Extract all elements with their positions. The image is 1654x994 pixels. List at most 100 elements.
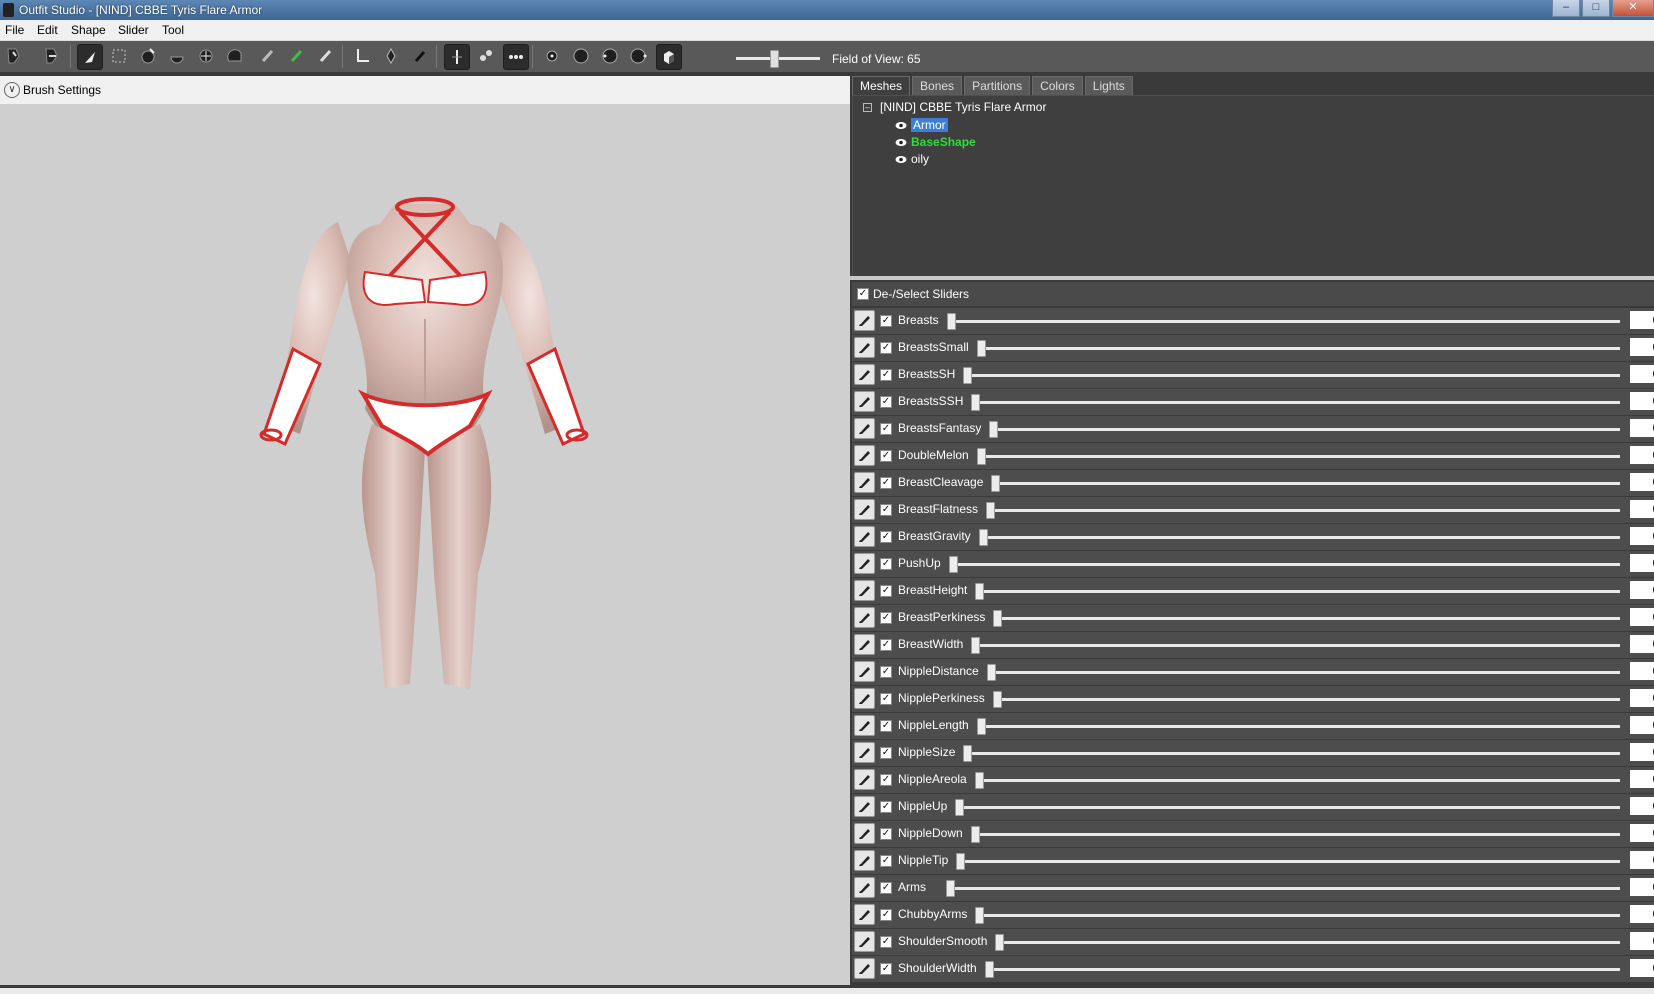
vertex-edit-icon[interactable]	[408, 44, 432, 68]
transform-icon[interactable]	[350, 44, 374, 68]
slider-checkbox[interactable]: ✓	[880, 315, 892, 327]
edit-slider-icon[interactable]	[854, 553, 875, 574]
slider-value-field[interactable]: 0%	[1630, 662, 1654, 680]
slider-thumb[interactable]	[977, 448, 986, 465]
slider-thumb[interactable]	[947, 313, 956, 330]
select-brush-icon[interactable]	[77, 44, 103, 70]
brush-size-small-icon[interactable]	[540, 44, 564, 68]
menu-slider[interactable]: Slider	[118, 23, 149, 37]
edit-slider-icon[interactable]	[854, 958, 875, 979]
slider-checkbox[interactable]: ✓	[880, 342, 892, 354]
edit-slider-icon[interactable]	[854, 499, 875, 520]
slider-value-field[interactable]: 0%	[1630, 905, 1654, 923]
edit-slider-icon[interactable]	[854, 715, 875, 736]
slider-value-field[interactable]: 0%	[1630, 959, 1654, 977]
edit-slider-icon[interactable]	[854, 580, 875, 601]
slider-checkbox[interactable]: ✓	[880, 963, 892, 975]
slider-thumb[interactable]	[949, 556, 958, 573]
slider-value-field[interactable]: 0%	[1630, 446, 1654, 464]
shaded-view-icon[interactable]	[656, 44, 682, 70]
3d-viewport[interactable]	[0, 104, 850, 985]
edit-slider-icon[interactable]	[854, 796, 875, 817]
inflate-brush-icon[interactable]	[136, 44, 160, 68]
mirror-x-icon[interactable]	[444, 44, 470, 70]
edit-slider-icon[interactable]	[854, 445, 875, 466]
edit-slider-icon[interactable]	[854, 904, 875, 925]
select-all-checkbox[interactable]: ✓	[857, 288, 869, 300]
slider-checkbox[interactable]: ✓	[880, 774, 892, 786]
slider-track[interactable]	[997, 617, 1620, 620]
panel-splitter[interactable]	[850, 276, 1654, 280]
slider-checkbox[interactable]: ✓	[880, 828, 892, 840]
tab-meshes[interactable]: Meshes	[852, 76, 911, 95]
slider-value-field[interactable]: 0%	[1630, 554, 1654, 572]
slider-value-field[interactable]: 0%	[1630, 932, 1654, 950]
slider-thumb[interactable]	[977, 340, 986, 357]
slider-value-field[interactable]: 0%	[1630, 878, 1654, 896]
slider-thumb[interactable]	[963, 745, 972, 762]
mask-brush-icon[interactable]	[107, 44, 131, 68]
fov-slider-thumb[interactable]	[770, 50, 779, 68]
eye-icon[interactable]	[895, 121, 907, 130]
load-outfit-icon[interactable]	[40, 44, 64, 68]
slider-track[interactable]	[967, 752, 1620, 755]
slider-value-field[interactable]: 0%	[1630, 797, 1654, 815]
slider-value-field[interactable]: 0%	[1630, 770, 1654, 788]
color-brush-icon[interactable]	[285, 44, 309, 68]
slider-thumb[interactable]	[986, 502, 995, 519]
edit-slider-icon[interactable]	[854, 526, 875, 547]
collapse-icon[interactable]: –	[863, 103, 872, 113]
slider-checkbox[interactable]: ✓	[880, 612, 892, 624]
new-project-icon[interactable]	[2, 44, 26, 68]
slider-track[interactable]	[995, 482, 1620, 485]
slider-track[interactable]	[975, 644, 1620, 647]
slider-track[interactable]	[991, 671, 1620, 674]
slider-value-field[interactable]: 0%	[1630, 311, 1654, 329]
slider-track[interactable]	[979, 590, 1620, 593]
slider-thumb[interactable]	[975, 907, 984, 924]
slider-thumb[interactable]	[995, 934, 1004, 951]
mesh-item-oily[interactable]: oily	[895, 152, 929, 166]
menu-tool[interactable]: Tool	[162, 23, 184, 37]
minimize-button[interactable]: –	[1552, 0, 1580, 17]
slider-checkbox[interactable]: ✓	[880, 747, 892, 759]
slider-track[interactable]	[981, 455, 1620, 458]
edit-slider-icon[interactable]	[854, 310, 875, 331]
slider-value-field[interactable]: 0%	[1630, 635, 1654, 653]
xray-icon[interactable]	[503, 44, 529, 70]
slider-thumb[interactable]	[971, 394, 980, 411]
slider-value-field[interactable]: 0%	[1630, 824, 1654, 842]
tab-partitions[interactable]: Partitions	[964, 76, 1031, 95]
slider-thumb[interactable]	[975, 772, 984, 789]
smooth-brush-icon[interactable]	[223, 44, 247, 68]
pivot-icon[interactable]	[379, 44, 403, 68]
slider-track[interactable]	[967, 374, 1620, 377]
slider-thumb[interactable]	[977, 718, 986, 735]
edit-slider-icon[interactable]	[854, 418, 875, 439]
slider-checkbox[interactable]: ✓	[880, 558, 892, 570]
edit-slider-icon[interactable]	[854, 661, 875, 682]
slider-checkbox[interactable]: ✓	[880, 423, 892, 435]
tab-bones[interactable]: Bones	[912, 76, 963, 95]
slider-thumb[interactable]	[993, 691, 1002, 708]
slider-track[interactable]	[950, 887, 1620, 890]
slider-value-field[interactable]: 0%	[1630, 743, 1654, 761]
edit-slider-icon[interactable]	[854, 769, 875, 790]
slider-track[interactable]	[989, 968, 1620, 971]
tree-root[interactable]: – [NIND] CBBE Tyris Flare Armor	[863, 100, 1046, 114]
weight-brush-icon[interactable]	[256, 44, 280, 68]
slider-checkbox[interactable]: ✓	[880, 801, 892, 813]
slider-value-field[interactable]: 0%	[1630, 527, 1654, 545]
eye-icon[interactable]	[895, 155, 907, 164]
slider-checkbox[interactable]: ✓	[880, 369, 892, 381]
slider-checkbox[interactable]: ✓	[880, 396, 892, 408]
slider-track[interactable]	[997, 698, 1620, 701]
slider-value-field[interactable]: 0%	[1630, 419, 1654, 437]
edit-slider-icon[interactable]	[854, 472, 875, 493]
brush-size-medium-icon[interactable]	[569, 44, 593, 68]
brush-strength-icon[interactable]	[627, 44, 651, 68]
edit-slider-icon[interactable]	[854, 823, 875, 844]
tab-lights[interactable]: Lights	[1084, 76, 1133, 95]
mesh-item-baseshape[interactable]: BaseShape	[895, 135, 976, 149]
slider-checkbox[interactable]: ✓	[880, 882, 892, 894]
